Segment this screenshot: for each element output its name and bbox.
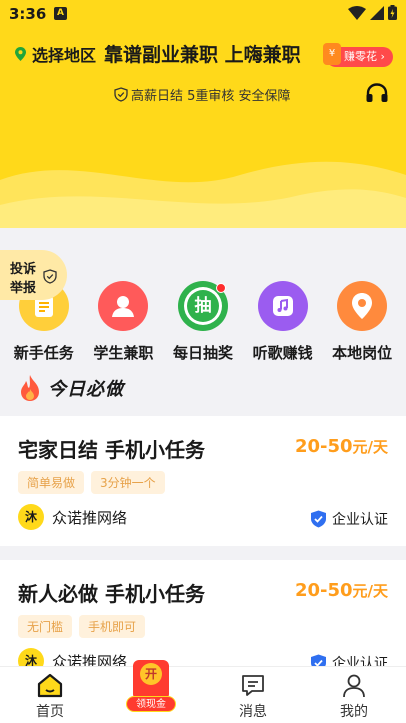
job-salary: 20-50元/天 bbox=[295, 580, 388, 601]
app-screen: 3:36 A 选择地区 靠谱副业兼职 上嗨兼职 ¥ 赚零花 › 高薪日结 5重审… bbox=[0, 0, 406, 723]
shield-check-icon bbox=[43, 269, 57, 284]
job-title: 宅家日结 手机小任务 bbox=[18, 438, 205, 462]
bottom-nav: 首页 消息 我的 bbox=[0, 666, 406, 723]
today-must-do-header: 今日必做 bbox=[18, 374, 124, 402]
app-slogan: 靠谱副业兼职 上嗨兼职 bbox=[104, 44, 301, 66]
job-salary: 20-50元/天 bbox=[295, 436, 388, 457]
earn-pocket-money-button[interactable]: ¥ 赚零花 › bbox=[323, 43, 393, 67]
job-tag: 简单易做 bbox=[18, 471, 85, 494]
job-title: 新人必做 手机小任务 bbox=[18, 582, 205, 606]
section-title: 今日必做 bbox=[48, 379, 124, 400]
status-time: 3:36 bbox=[9, 5, 47, 23]
redpack-label: 领现金 bbox=[126, 696, 176, 712]
location-icon bbox=[337, 281, 388, 331]
complaint-report-tab[interactable]: 投诉 举报 bbox=[0, 250, 67, 300]
fire-icon bbox=[21, 375, 39, 401]
company-logo: 沐 bbox=[18, 504, 44, 530]
gift-icon: ¥ bbox=[323, 43, 341, 65]
nav-label: 首页 bbox=[36, 704, 64, 720]
salary-unit: 元/天 bbox=[352, 582, 388, 600]
header-banner: 3:36 A 选择地区 靠谱副业兼职 上嗨兼职 ¥ 赚零花 › 高薪日结 5重审… bbox=[0, 0, 406, 228]
open-coin: 开 bbox=[140, 663, 162, 685]
cert-label: 企业认证 bbox=[332, 512, 388, 528]
company-name: 众诺推网络 bbox=[52, 508, 128, 527]
signal-icon bbox=[370, 5, 384, 20]
category-local-jobs[interactable]: 本地岗位 bbox=[322, 275, 402, 365]
job-card[interactable]: 宅家日结 手机小任务 20-50元/天 简单易做 3分钟一个 沐 众诺推网络 企… bbox=[0, 416, 406, 546]
salary-unit: 元/天 bbox=[352, 438, 388, 456]
guarantee-line: 高薪日结 5重审核 安全保障 bbox=[114, 85, 291, 104]
home-icon bbox=[37, 673, 63, 698]
job-tags: 简单易做 3分钟一个 bbox=[18, 471, 165, 494]
nav-me[interactable]: 我的 bbox=[324, 673, 384, 721]
header-topline: 选择地区 靠谱副业兼职 上嗨兼职 bbox=[15, 40, 301, 67]
status-icons bbox=[348, 5, 397, 20]
lottery-icon: 抽 bbox=[177, 281, 228, 331]
company-info: 沐 众诺推网络 bbox=[18, 504, 127, 530]
category-student-job[interactable]: 学生兼职 bbox=[84, 275, 164, 365]
complaint-label-2: 举报 bbox=[10, 281, 37, 296]
salary-amount: 20-50 bbox=[294, 436, 353, 457]
lottery-glyph: 抽 bbox=[186, 290, 219, 322]
job-tags: 无门槛 手机即可 bbox=[18, 615, 146, 638]
earn-badge-label: 赚零花 bbox=[344, 50, 377, 63]
complaint-label-1: 投诉 bbox=[10, 262, 37, 277]
shield-check-icon bbox=[114, 87, 128, 102]
wifi-icon bbox=[348, 5, 366, 20]
status-bar: 3:36 A bbox=[0, 0, 406, 28]
nav-label: 我的 bbox=[340, 704, 368, 720]
guarantee-text: 高薪日结 5重审核 安全保障 bbox=[131, 89, 291, 104]
enterprise-cert: 企业认证 bbox=[310, 509, 388, 529]
claim-cash-redpack-button[interactable]: 开 领现金 bbox=[120, 657, 182, 713]
salary-amount: 20-50 bbox=[294, 580, 353, 601]
nav-label: 消息 bbox=[239, 704, 267, 720]
category-label: 本地岗位 bbox=[332, 344, 393, 362]
chat-icon bbox=[242, 675, 264, 696]
job-tag: 3分钟一个 bbox=[91, 471, 165, 494]
verified-badge-icon bbox=[311, 510, 326, 528]
student-icon bbox=[98, 281, 149, 331]
notification-icon: A bbox=[54, 7, 67, 20]
category-daily-lottery[interactable]: 抽 每日抽奖 bbox=[163, 275, 243, 365]
category-label: 每日抽奖 bbox=[172, 344, 233, 362]
wave-decoration bbox=[0, 161, 406, 228]
category-label: 听歌赚钱 bbox=[252, 344, 313, 362]
music-icon bbox=[257, 281, 308, 331]
nav-home[interactable]: 首页 bbox=[20, 673, 80, 721]
job-tag: 无门槛 bbox=[18, 615, 73, 638]
category-label: 新手任务 bbox=[13, 344, 74, 362]
job-tag: 手机即可 bbox=[79, 615, 146, 638]
category-music-earn[interactable]: 听歌赚钱 bbox=[243, 275, 323, 365]
battery-icon bbox=[388, 5, 397, 20]
region-selector[interactable]: 选择地区 bbox=[32, 42, 96, 66]
location-pin-icon bbox=[15, 46, 26, 61]
nav-messages[interactable]: 消息 bbox=[223, 673, 283, 721]
category-label: 学生兼职 bbox=[93, 344, 154, 362]
user-icon bbox=[343, 674, 365, 698]
notification-dot bbox=[215, 283, 226, 293]
headset-icon[interactable] bbox=[366, 83, 388, 103]
